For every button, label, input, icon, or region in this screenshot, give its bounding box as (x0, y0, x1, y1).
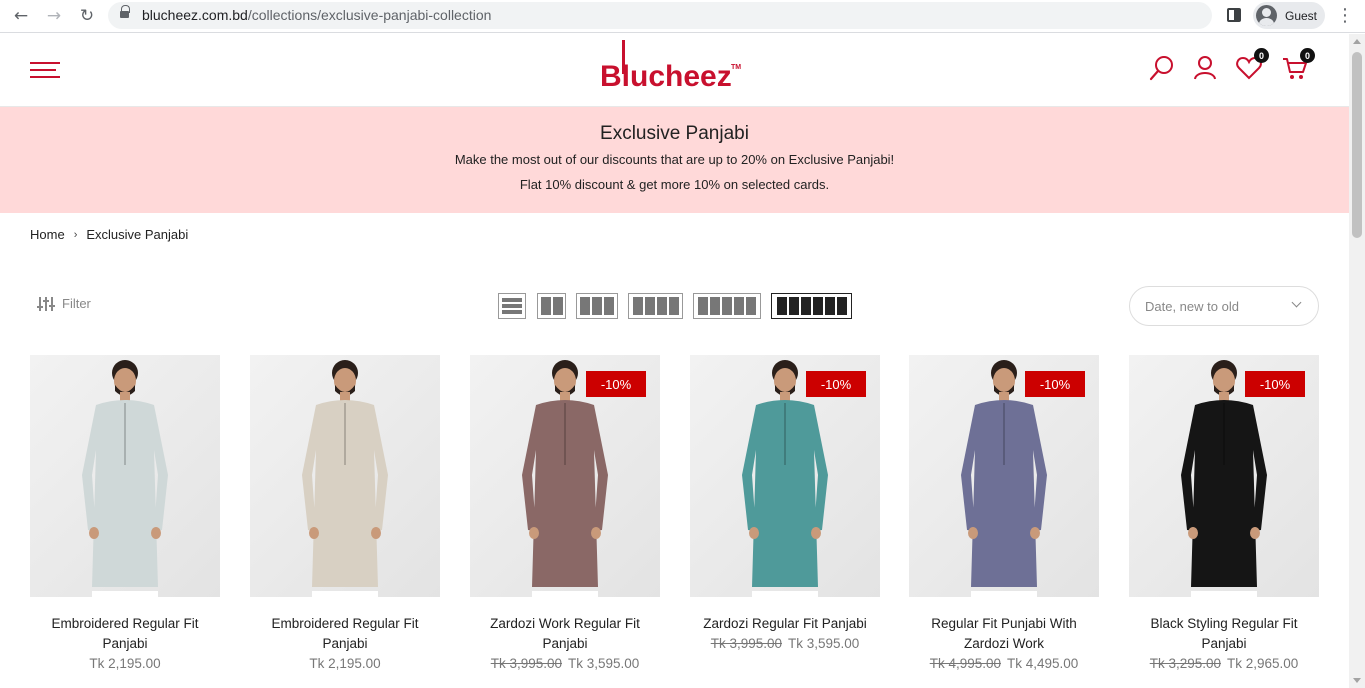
breadcrumb-current: Exclusive Panjabi (86, 227, 189, 242)
product-card[interactable]: -10% Zardozi Regular Fit Panjabi Tk 3,995.… (690, 355, 880, 651)
hamburger-menu-icon[interactable] (30, 62, 60, 78)
sort-select[interactable]: Date, new to old (1129, 286, 1319, 326)
compare-at-price: Tk 3,995.00 (490, 656, 562, 671)
discount-badge: -10% (586, 371, 646, 397)
reload-icon[interactable]: ↻ (76, 5, 98, 27)
sale-price: Tk 4,495.00 (1007, 656, 1079, 671)
chevron-down-icon (1291, 297, 1302, 308)
product-image[interactable]: -10% (909, 355, 1099, 597)
search-icon[interactable] (1148, 54, 1176, 82)
forward-arrow-icon[interactable]: → (43, 5, 65, 27)
chevron-right-icon: › (73, 228, 78, 241)
product-title[interactable]: Black Styling Regular Fit Panjabi (1129, 614, 1319, 654)
product-image[interactable] (30, 355, 220, 597)
discount-badge: -10% (806, 371, 866, 397)
breadcrumb-home-link[interactable]: Home (30, 227, 65, 242)
product-title[interactable]: Embroidered Regular Fit Panjabi (250, 614, 440, 654)
cart-icon[interactable]: 0 (1281, 48, 1315, 82)
product-price-row: Tk 2,195.00 (250, 656, 440, 671)
sale-price: Tk 2,965.00 (1227, 656, 1299, 671)
back-arrow-icon[interactable]: ← (10, 5, 32, 27)
profile-avatar-icon (1256, 5, 1277, 26)
url-text: blucheez.com.bd/collections/exclusive-pa… (142, 7, 492, 23)
product-card[interactable]: -10% Black Styling Regular Fit Panjabi Tk … (1129, 355, 1319, 671)
product-image[interactable]: -10% (1129, 355, 1319, 597)
banner-description-line-1: Make the most out of our discounts that … (454, 152, 895, 167)
discount-badge: -10% (1025, 371, 1085, 397)
profile-label: Guest (1285, 8, 1318, 23)
product-image[interactable] (250, 355, 440, 597)
product-title[interactable]: Regular Fit Punjabi With Zardozi Work (909, 614, 1099, 654)
filter-label: Filter (62, 296, 91, 311)
product-price-row: Tk 2,195.00 (30, 656, 220, 671)
account-icon[interactable] (1192, 54, 1220, 82)
sale-price: Tk 3,595.00 (788, 636, 860, 651)
filter-button[interactable]: Filter (37, 296, 91, 311)
address-bar[interactable]: blucheez.com.bd/collections/exclusive-pa… (108, 2, 1212, 29)
scrollbar-thumb[interactable] (1352, 52, 1362, 238)
discount-badge: -10% (1245, 371, 1305, 397)
cart-count-badge: 0 (1300, 48, 1315, 63)
browser-toolbar: ← → ↻ blucheez.com.bd/collections/exclus… (0, 0, 1365, 33)
sale-price: Tk 2,195.00 (89, 656, 161, 671)
browser-menu-icon[interactable]: ⋮ (1336, 5, 1354, 26)
product-price-row: Tk 3,995.00 Tk 3,595.00 (690, 636, 880, 651)
product-title[interactable]: Embroidered Regular Fit Panjabi (30, 614, 220, 654)
grid-3-columns-button[interactable] (576, 293, 618, 319)
profile-button[interactable]: Guest (1253, 2, 1325, 29)
wishlist-icon[interactable]: 0 (1235, 48, 1269, 82)
scroll-down-arrow-icon[interactable] (1353, 678, 1361, 683)
logo-text: Blucheez (600, 60, 732, 93)
page-scrollbar[interactable] (1349, 34, 1365, 688)
compare-at-price: Tk 3,995.00 (710, 636, 782, 651)
product-title[interactable]: Zardozi Work Regular Fit Panjabi (470, 614, 660, 654)
wishlist-count-badge: 0 (1254, 48, 1269, 63)
collection-banner: Exclusive Panjabi Make the most out of o… (0, 107, 1349, 213)
lock-icon (120, 5, 130, 20)
product-image[interactable]: -10% (690, 355, 880, 597)
side-panel-icon[interactable] (1227, 8, 1241, 22)
grid-6-columns-button[interactable] (771, 293, 852, 319)
product-card[interactable]: Embroidered Regular Fit Panjabi Tk 2,195.… (250, 355, 440, 671)
sale-price: Tk 2,195.00 (309, 656, 381, 671)
filter-sliders-icon (37, 296, 55, 311)
compare-at-price: Tk 4,995.00 (929, 656, 1001, 671)
collection-title: Exclusive Panjabi (600, 123, 749, 144)
compare-at-price: Tk 3,295.00 (1149, 656, 1221, 671)
grid-list-view-button[interactable] (498, 293, 526, 319)
product-card[interactable]: -10% Regular Fit Punjabi With Zardozi Wor… (909, 355, 1099, 671)
logo-trademark: TM (731, 64, 742, 71)
product-price-row: Tk 3,995.00 Tk 3,595.00 (470, 656, 660, 671)
model-figure (82, 360, 168, 597)
sale-price: Tk 3,595.00 (568, 656, 640, 671)
site-header: Blucheez TM 0 0 (0, 34, 1349, 107)
product-card[interactable]: Embroidered Regular Fit Panjabi Tk 2,195.… (30, 355, 220, 671)
banner-description-line-2: Flat 10% discount & get more 10% on sele… (519, 177, 830, 192)
grid-2-columns-button[interactable] (537, 293, 566, 319)
product-price-row: Tk 3,295.00 Tk 2,965.00 (1129, 656, 1319, 671)
site-logo[interactable]: Blucheez TM (600, 38, 745, 98)
grid-5-columns-button[interactable] (693, 293, 761, 319)
product-card[interactable]: -10% Zardozi Work Regular Fit Panjabi Tk 3… (470, 355, 660, 671)
product-title[interactable]: Zardozi Regular Fit Panjabi (690, 614, 880, 634)
model-figure (302, 360, 388, 597)
sort-value: Date, new to old (1145, 298, 1239, 314)
product-image[interactable]: -10% (470, 355, 660, 597)
scroll-up-arrow-icon[interactable] (1353, 39, 1361, 44)
product-price-row: Tk 4,995.00 Tk 4,495.00 (909, 656, 1099, 671)
grid-4-columns-button[interactable] (628, 293, 683, 319)
breadcrumb: Home › Exclusive Panjabi (30, 227, 188, 242)
